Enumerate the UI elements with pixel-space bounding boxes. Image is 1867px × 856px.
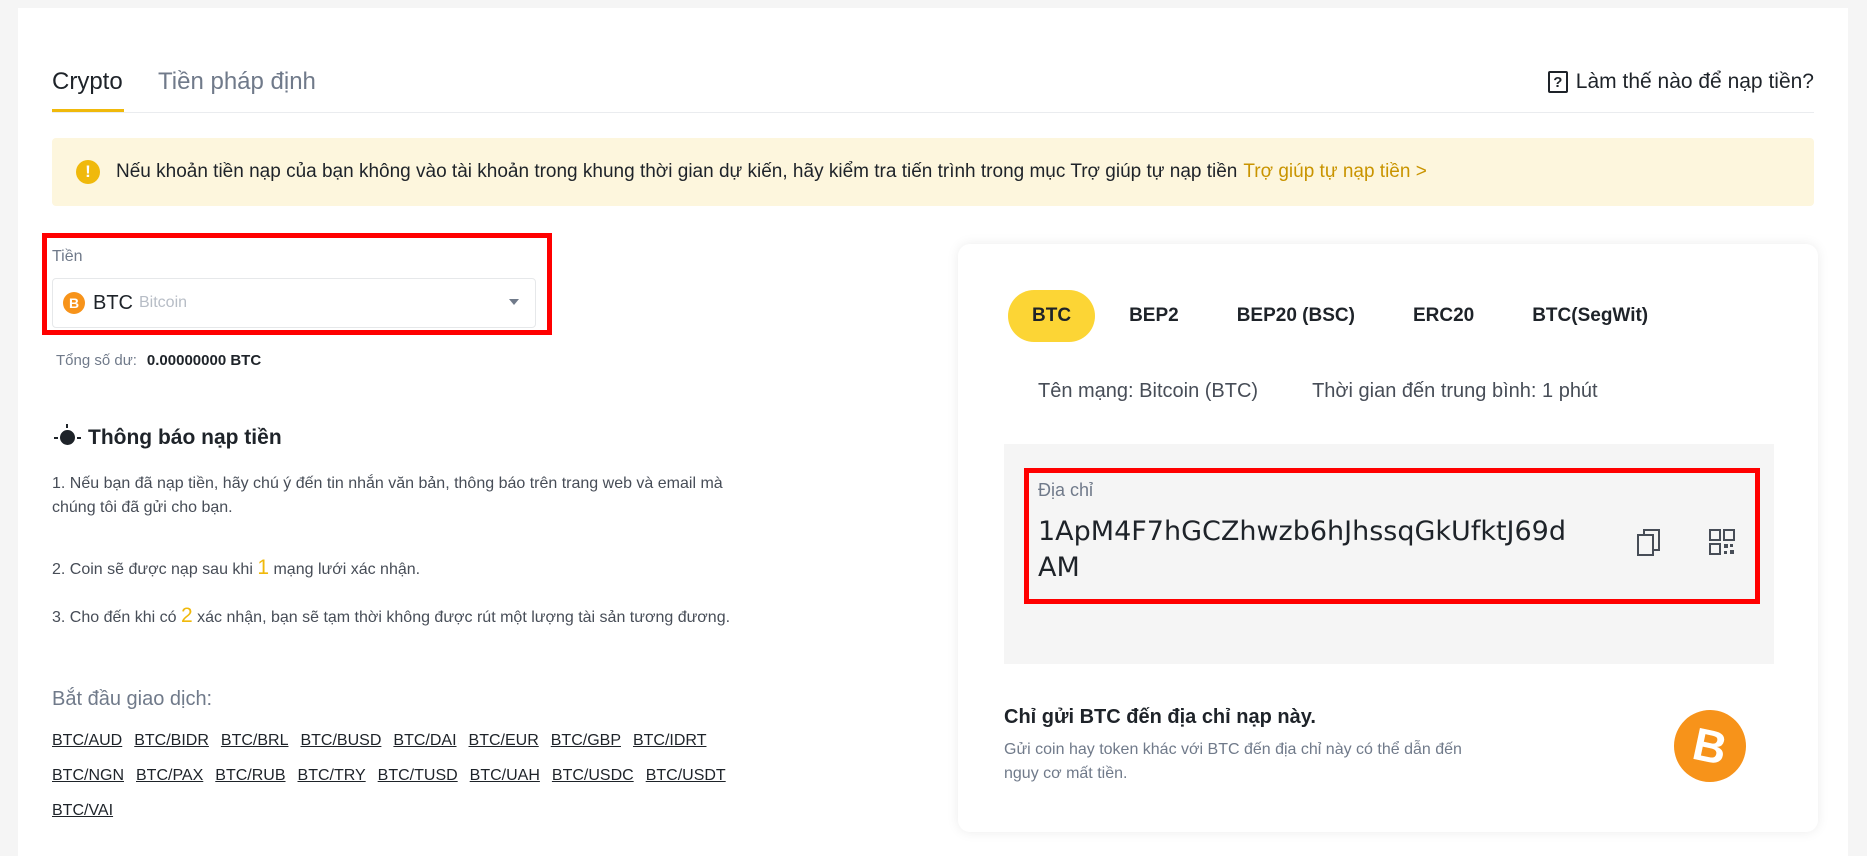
confirmations-count: 1 — [257, 556, 270, 579]
trading-pair-link[interactable]: BTC/IDRT — [633, 728, 706, 754]
banner-text: Nếu khoản tiền nạp của bạn không vào tài… — [116, 161, 1238, 182]
trading-pair-link[interactable]: BTC/RUB — [215, 763, 285, 789]
warning-icon: ! — [76, 160, 100, 184]
coin-label: Tiền — [52, 248, 83, 265]
self-help-link[interactable]: Trợ giúp tự nạp tiền > — [1243, 161, 1426, 183]
copy-icon[interactable] — [1636, 528, 1662, 558]
deposit-notice-banner: ! Nếu khoản tiền nạp của bạn không vào t… — [52, 138, 1814, 206]
trading-pair-link[interactable]: BTC/TRY — [298, 763, 366, 789]
notice-item-3-post: xác nhận, bạn sẽ tạm thời không được rút… — [197, 609, 731, 626]
trading-pair-link[interactable]: BTC/USDT — [646, 763, 726, 789]
tab-crypto[interactable]: Crypto — [52, 68, 123, 96]
notice-item-3: 3. Cho đến khi có 2 xác nhận, bạn sẽ tạm… — [52, 604, 732, 630]
notice-item-3-pre: 3. Cho đến khi có — [52, 609, 177, 626]
network-name: Tên mạng: Bitcoin (BTC) — [1038, 380, 1259, 402]
network-bep2[interactable]: BEP2 — [1105, 290, 1203, 342]
how-to-deposit-label: Làm thế nào để nạp tiền? — [1575, 70, 1814, 93]
notice-item-2-pre: 2. Coin sẽ được nạp sau khi — [52, 561, 253, 578]
notice-item-2-post: mạng lưới xác nhận. — [273, 561, 421, 578]
bitcoin-logo-icon: B — [1667, 703, 1753, 789]
network-selector: BTC BEP2 BEP20 (BSC) ERC20 BTC(SegWit) — [1008, 290, 1682, 342]
coin-select[interactable]: B BTC Bitcoin — [52, 278, 536, 328]
trading-pair-link[interactable]: BTC/AUD — [52, 728, 122, 754]
question-icon: ? — [1547, 71, 1568, 93]
notice-title-text: Thông báo nạp tiền — [88, 426, 282, 449]
coin-symbol: BTC — [93, 291, 133, 314]
network-erc20[interactable]: ERC20 — [1389, 290, 1498, 342]
balance-label: Tổng số dư: — [56, 352, 137, 369]
network-bep20[interactable]: BEP20 (BSC) — [1213, 290, 1379, 342]
trading-pair-link[interactable]: BTC/BRL — [221, 728, 289, 754]
trading-pair-link[interactable]: BTC/VAI — [52, 798, 113, 824]
trading-pair-link[interactable]: BTC/EUR — [469, 728, 539, 754]
how-to-deposit-link[interactable]: ? Làm thế nào để nạp tiền? — [1547, 70, 1814, 94]
network-btc-segwit[interactable]: BTC(SegWit) — [1508, 290, 1672, 342]
active-tab-indicator — [52, 109, 124, 112]
trading-pair-link[interactable]: BTC/PAX — [136, 763, 203, 789]
deposit-page: Crypto Tiền pháp định ? Làm thế nào để n… — [18, 8, 1848, 856]
coin-name: Bitcoin — [139, 294, 188, 311]
notice-item-1: 1. Nếu bạn đã nạp tiền, hãy chú ý đến ti… — [52, 475, 723, 516]
deposit-notice-title: Thông báo nạp tiền — [54, 424, 282, 450]
trading-pair-link[interactable]: BTC/GBP — [551, 728, 621, 754]
qr-code-icon[interactable] — [1708, 528, 1736, 556]
deposit-address[interactable]: 1ApM4F7hGCZhwzb6hJhssqGkUfktJ69dAM — [1038, 514, 1578, 586]
lightbulb-icon — [54, 424, 81, 450]
arrival-time: Thời gian đến trung bình: 1 phút — [1312, 380, 1598, 402]
deposit-tabs: Crypto Tiền pháp định ? Làm thế nào để n… — [52, 58, 1814, 113]
balance-value: 0.00000000 BTC — [146, 352, 262, 369]
trading-pair-link[interactable]: BTC/DAI — [393, 728, 456, 754]
trading-pairs: BTC/AUD BTC/BIDR BTC/BRL BTC/BUSD BTC/DA… — [52, 728, 772, 824]
start-trading-label: Bắt đầu giao dịch: — [52, 688, 213, 710]
only-send-title: Chỉ gửi BTC đến địa chỉ nạp này. — [1004, 706, 1316, 728]
trading-pair-link[interactable]: BTC/BUSD — [300, 728, 381, 754]
network-btc[interactable]: BTC — [1008, 290, 1096, 342]
trading-pair-link[interactable]: BTC/USDC — [552, 763, 634, 789]
chevron-down-icon — [509, 299, 519, 305]
deposit-address-card: BTC BEP2 BEP20 (BSC) ERC20 BTC(SegWit) T… — [958, 244, 1818, 832]
send-warning: Gửi coin hay token khác với BTC đến địa … — [1004, 741, 1462, 782]
trading-pair-link[interactable]: BTC/TUSD — [378, 763, 458, 789]
trading-pair-link[interactable]: BTC/UAH — [470, 763, 540, 789]
address-panel: Địa chỉ 1ApM4F7hGCZhwzb6hJhssqGkUfktJ69d… — [1004, 444, 1774, 664]
unlock-confirmations-count: 2 — [180, 604, 193, 627]
trading-pair-link[interactable]: BTC/BIDR — [134, 728, 209, 754]
total-balance: Tổng số dư: 0.00000000 BTC — [56, 352, 261, 369]
address-label: Địa chỉ — [1038, 480, 1094, 500]
bitcoin-icon: B — [63, 292, 85, 314]
trading-pair-link[interactable]: BTC/NGN — [52, 763, 124, 789]
network-info: Tên mạng: Bitcoin (BTC) Thời gian đến tru… — [1038, 380, 1652, 403]
tab-fiat[interactable]: Tiền pháp định — [158, 68, 316, 96]
notice-item-2: 2. Coin sẽ được nạp sau khi 1 mạng lưới … — [52, 556, 732, 582]
